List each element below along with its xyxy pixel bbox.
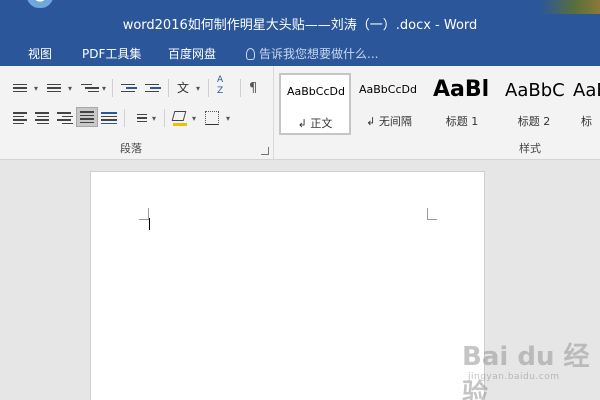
styles-group: AaBbCcDd ↲ 正文 AaBbCcDd ↲ 无间隔 AaBl 标题 1 A…	[275, 66, 600, 160]
style-no-spacing[interactable]: AaBbCcDd ↲ 无间隔	[353, 73, 425, 135]
multilevel-dropdown-icon[interactable]: ▾	[102, 84, 106, 93]
styles-group-label: 样式	[519, 142, 541, 155]
multilevel-list-icon[interactable]	[78, 78, 100, 98]
line-spacing-dropdown-icon[interactable]: ▾	[152, 114, 156, 123]
ribbon-body: ▾ ▾ ▾ 文 ▾ A Z ¶ ▾ ▾ ▾ 段落 AaBbCcDd ↲ 正文 A…	[0, 66, 600, 160]
increase-indent-icon[interactable]	[142, 78, 164, 98]
borders-dropdown-icon[interactable]: ▾	[226, 114, 230, 123]
decrease-indent-icon[interactable]	[118, 78, 140, 98]
sort-icon[interactable]: A Z	[214, 76, 236, 96]
numbering-dropdown-icon[interactable]: ▾	[68, 84, 72, 93]
style-normal[interactable]: AaBbCcDd ↲ 正文	[279, 73, 351, 135]
align-right-icon[interactable]	[54, 108, 76, 128]
tell-me-search[interactable]: 告诉我您想要做什么...	[246, 45, 378, 62]
background-strip	[540, 0, 600, 14]
style-heading-1-name: 标题 1	[445, 115, 479, 128]
tab-view[interactable]: 视图	[28, 45, 52, 62]
style-heading-2[interactable]: AaBbC 标题 2	[499, 73, 569, 135]
align-center-icon[interactable]	[32, 108, 54, 128]
watermark-main-text: Bai du 经验	[462, 342, 590, 400]
borders-icon[interactable]	[202, 108, 224, 128]
ribbon-tabs: 视图 PDF工具集 百度网盘 告诉我您想要做什么...	[0, 40, 600, 66]
tab-pdf-tools[interactable]: PDF工具集	[82, 45, 141, 62]
baidu-watermark: Bai du 经验 jingyan.baidu.com	[462, 332, 592, 400]
style-no-spacing-name: ↲ 无间隔	[366, 115, 412, 128]
tab-baidu-netdisk[interactable]: 百度网盘	[168, 45, 216, 62]
window-title: word2016如何制作明星大头贴——刘涛（一）.docx - Word	[122, 18, 478, 33]
style-heading-2-sample: AaBbC	[505, 80, 565, 101]
asian-layout-icon[interactable]: 文	[174, 78, 196, 98]
paragraph-group-label: 段落	[120, 142, 142, 155]
justify-icon[interactable]	[76, 107, 98, 127]
align-left-icon[interactable]	[10, 108, 32, 128]
style-heading-1-sample: AaBl	[433, 77, 490, 102]
lightbulb-icon	[246, 47, 255, 60]
document-page[interactable]	[90, 171, 485, 400]
shading-icon[interactable]	[170, 108, 192, 128]
style-title[interactable]: AaB 标	[571, 73, 600, 135]
distributed-icon[interactable]	[98, 108, 120, 128]
show-formatting-icon[interactable]: ¶	[246, 78, 268, 98]
style-heading-2-name: 标题 2	[517, 115, 551, 128]
tell-me-placeholder: 告诉我您想要做什么...	[259, 47, 379, 61]
paragraph-group: ▾ ▾ ▾ 文 ▾ A Z ¶ ▾ ▾ ▾ 段落	[0, 66, 274, 160]
bullets-icon[interactable]	[10, 78, 32, 98]
style-title-name: 标	[581, 115, 592, 128]
margin-corner-top-left	[139, 208, 149, 220]
text-cursor	[149, 218, 150, 230]
shading-dropdown-icon[interactable]: ▾	[192, 114, 196, 123]
style-heading-1[interactable]: AaBl 标题 1	[427, 73, 497, 135]
style-title-sample: AaB	[573, 80, 600, 101]
paragraph-dialog-launcher-icon[interactable]	[261, 147, 269, 155]
user-avatar-icon[interactable]	[22, 0, 58, 8]
style-no-spacing-sample: AaBbCcDd	[359, 83, 417, 96]
bullets-dropdown-icon[interactable]: ▾	[34, 84, 38, 93]
style-normal-name: ↲ 正文	[297, 117, 333, 130]
title-bar: word2016如何制作明星大头贴——刘涛（一）.docx - Word	[0, 0, 600, 44]
margin-corner-top-right	[427, 208, 437, 220]
style-normal-sample: AaBbCcDd	[287, 85, 345, 98]
watermark-sub-text: jingyan.baidu.com	[468, 372, 560, 382]
line-spacing-icon[interactable]	[130, 108, 152, 128]
numbering-icon[interactable]	[44, 78, 66, 98]
asian-layout-dropdown-icon[interactable]: ▾	[196, 84, 200, 93]
